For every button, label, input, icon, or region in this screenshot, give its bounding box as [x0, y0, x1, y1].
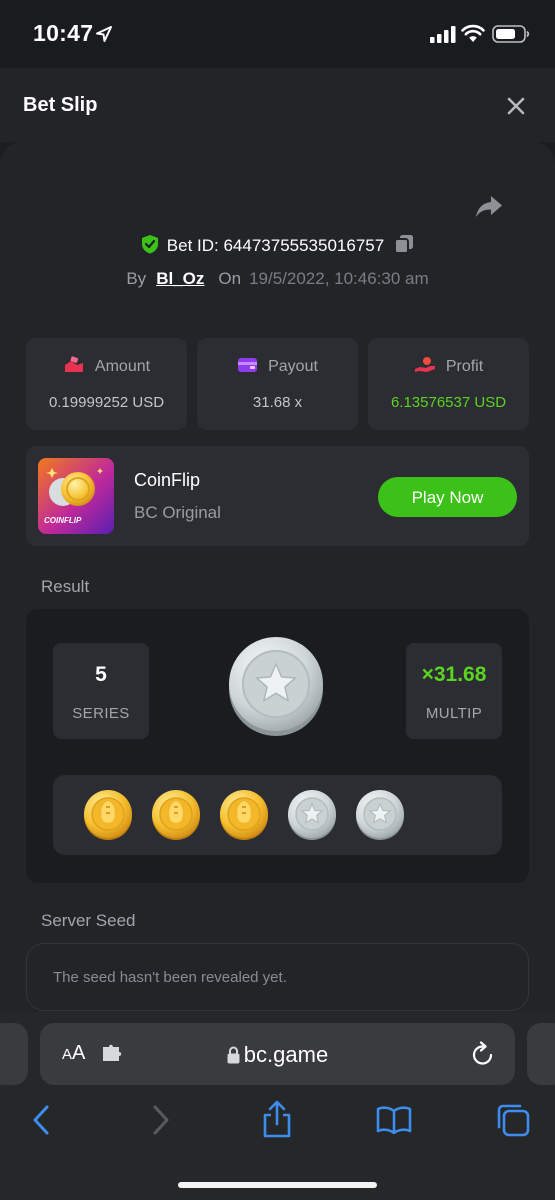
payout-label: Payout: [268, 358, 318, 375]
location-arrow-icon: [96, 26, 112, 42]
series-value: 5: [95, 663, 107, 686]
coinflip-thumbnail: COINFLIP: [38, 458, 114, 534]
amount-header: Amount: [26, 356, 187, 376]
copy-icon[interactable]: [394, 234, 414, 254]
profit-header: Profit: [368, 356, 529, 376]
gold-coin-icon: [84, 790, 132, 840]
series-card: 5 SERIES: [53, 643, 149, 739]
page-title: Bet Slip: [23, 94, 98, 116]
bet-id: Bet ID: 64473755535016757: [166, 236, 385, 255]
payout-header: Payout: [197, 356, 358, 376]
by-label: By: [126, 269, 147, 288]
game-name: CoinFlip: [134, 470, 201, 490]
server-seed-field: The seed hasn't been revealed yet.: [26, 943, 529, 1011]
address-bar[interactable]: AA bc.game: [40, 1023, 515, 1085]
next-tab-preview[interactable]: [527, 1023, 555, 1085]
result-silver-coin-icon: [229, 637, 323, 736]
battery-icon: [492, 25, 530, 43]
bet-id-row: Bet ID: 64473755535016757: [0, 234, 555, 256]
payout-wallet-icon: [238, 358, 258, 372]
result-section-label: Result: [41, 577, 90, 596]
amount-money-icon: [64, 356, 83, 372]
wifi-icon: [461, 24, 485, 42]
tabs-overview-icon[interactable]: [496, 1103, 530, 1137]
reload-icon[interactable]: [471, 1041, 495, 1067]
profit-label: Profit: [445, 358, 484, 375]
signal-icon: [430, 26, 456, 43]
game-card: COINFLIP CoinFlip BC Original Play Now: [26, 446, 529, 546]
amount-label: Amount: [94, 358, 151, 375]
browser-toolbar: AA bc.game: [0, 1012, 555, 1200]
amount-card: Amount 0.19999252 USD: [26, 338, 187, 430]
bet-slip-header: Bet Slip: [0, 68, 555, 142]
forward-chevron-icon[interactable]: [150, 1104, 172, 1136]
bet-author-row: By Bl_Oz On 19/5/2022, 10:46:30 am: [0, 269, 555, 289]
bet-date: 19/5/2022, 10:46:30 am: [249, 269, 429, 288]
status-time: 10:47: [33, 20, 94, 46]
lock-icon: [227, 1046, 240, 1064]
bet-details-panel: Bet ID: 64473755535016757 By Bl_Oz On 19/5/…: [0, 142, 555, 1022]
back-chevron-icon[interactable]: [30, 1104, 52, 1136]
silver-coin-icon: [288, 790, 336, 840]
bookmarks-book-icon[interactable]: [376, 1106, 412, 1134]
payout-card: Payout 31.68 x: [197, 338, 358, 430]
game-provider: BC Original: [134, 503, 221, 522]
gold-coin-icon: [220, 790, 268, 840]
url-display[interactable]: bc.game: [40, 1042, 515, 1068]
username-link[interactable]: Bl_Oz: [156, 269, 204, 288]
multiplier-label: MULTIP: [425, 705, 483, 722]
close-icon[interactable]: [503, 93, 529, 119]
coin-history-row: [53, 775, 502, 855]
verified-shield-icon: [141, 235, 158, 254]
profit-value: 6.13576537 USD: [390, 394, 507, 411]
multiplier-card: ×31.68 MULTIP: [406, 643, 502, 739]
silver-coin-icon: [356, 790, 404, 840]
on-label: On: [218, 269, 242, 288]
multiplier-value: ×31.68: [421, 663, 487, 686]
share-sheet-icon[interactable]: [261, 1100, 293, 1138]
series-label: SERIES: [72, 705, 130, 722]
gold-coin-icon: [152, 790, 200, 840]
server-seed-label: Server Seed: [41, 911, 136, 930]
amount-value: 0.19999252 USD: [48, 394, 165, 411]
home-indicator: [178, 1182, 377, 1188]
profit-card: Profit 6.13576537 USD: [368, 338, 529, 430]
profit-hand-coin-icon: [414, 357, 435, 372]
status-bar: 10:47: [0, 0, 555, 68]
play-now-button[interactable]: Play Now: [378, 477, 517, 517]
share-icon[interactable]: [474, 194, 504, 220]
thumbnail-caption: COINFLIP: [44, 516, 82, 525]
payout-value: 31.68 x: [252, 394, 303, 411]
previous-tab-preview[interactable]: [0, 1023, 28, 1085]
server-seed-text: The seed hasn't been revealed yet.: [53, 969, 287, 986]
result-box: 5 SERIES ×31.68 MULTIP: [26, 609, 529, 883]
url-text: bc.game: [243, 1042, 329, 1067]
